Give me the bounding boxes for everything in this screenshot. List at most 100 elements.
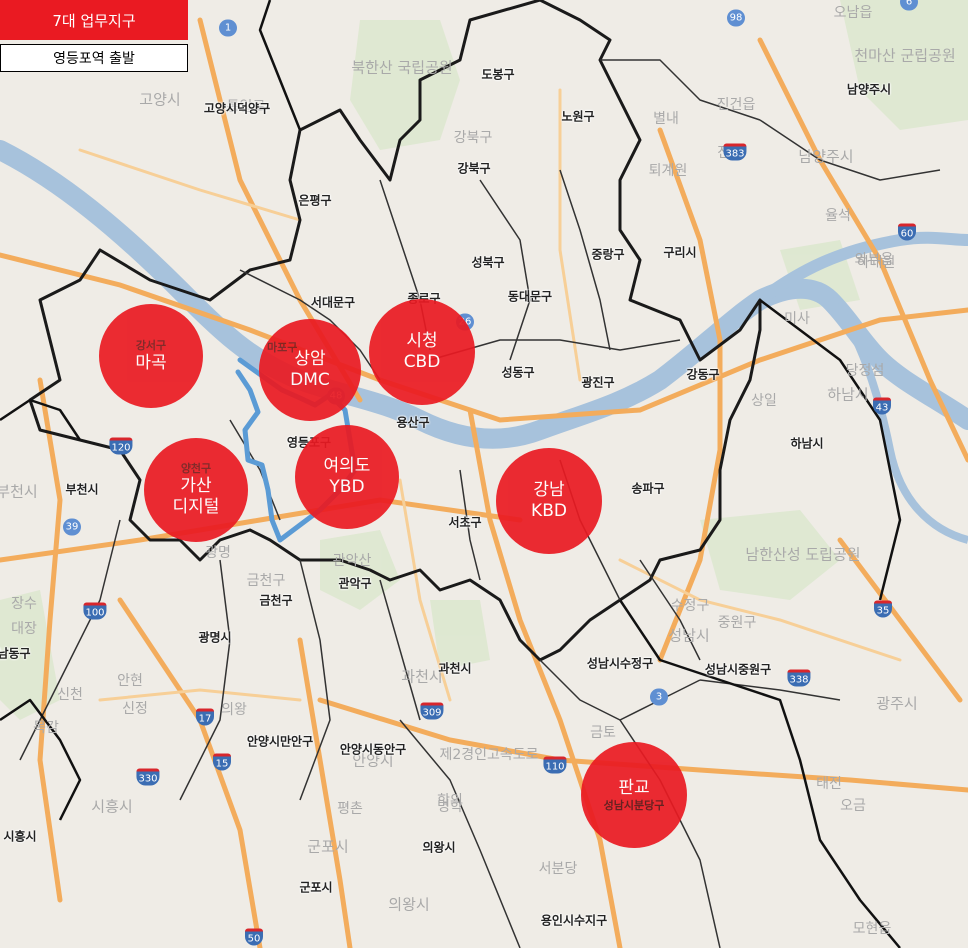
zone-name: 시청 [406, 331, 438, 351]
district-label: 성동구 [501, 365, 535, 380]
place-label: 장수 [11, 596, 37, 612]
road-shield: 17 [196, 708, 214, 726]
district-label: 강동구 [686, 367, 720, 382]
place-label: 하남시 [827, 385, 869, 404]
place-label: 수정구 [670, 598, 710, 614]
district-label: 하남시 [790, 436, 824, 451]
district-label: 은평구 [298, 193, 332, 208]
place-label: 과천시 [401, 667, 443, 686]
zone-name: 가산 [180, 476, 212, 496]
zone-name: 여의도 [323, 456, 371, 476]
zone-cbd[interactable]: 시청 CBD [369, 299, 475, 405]
zone-district-label: 성남시분당구 [603, 798, 665, 812]
zone-district-label: 강서구 [135, 338, 167, 352]
place-label: 성남시 [668, 626, 710, 645]
district-label: 의왕시 [422, 840, 456, 855]
zone-district-label: 양천구 [180, 462, 212, 475]
district-label: 군포시 [299, 880, 333, 895]
place-label: 남양주시 [798, 147, 854, 166]
zone-code: CBD [403, 352, 441, 372]
place-label: 북한산 국립공원 [351, 58, 453, 77]
district-label: 구리시 [663, 245, 697, 260]
map-canvas[interactable]: 고양시 북한산 국립공원 남양주시 천마산 군립공원 하남시 광주시 부천시 시흥시 과천시 안양… [0, 0, 968, 948]
district-label: 고양시덕양구 [203, 101, 271, 116]
zone-name: 판교 [618, 777, 650, 798]
place-label: 신천 [57, 687, 83, 703]
place-label: 상일 [751, 393, 777, 409]
district-label: 동대문구 [507, 289, 553, 304]
road-shield: 383 [723, 143, 747, 161]
district-label: 서초구 [448, 515, 482, 530]
zone-magok[interactable]: 강서구 마곡 [99, 304, 203, 408]
district-label: 시흥시 [3, 829, 37, 844]
place-label: 광주시 [876, 694, 918, 713]
zone-code: 디지털 [172, 497, 220, 517]
place-label: 당정섬 [845, 363, 885, 379]
district-label: 광진구 [581, 375, 615, 390]
road-shield: 120 [109, 437, 133, 455]
road-shield: 35 [874, 600, 892, 618]
place-label: 의왕시 [388, 895, 430, 914]
road-shield: 338 [787, 669, 811, 687]
district-label: 금천구 [259, 593, 293, 608]
district-label: 성남시중원구 [704, 662, 772, 677]
place-label: 금천구 [246, 573, 286, 589]
road-shield: 43 [873, 397, 891, 415]
district-label: 노원구 [561, 109, 595, 124]
district-label: 송파구 [631, 481, 665, 496]
place-label: 부천시 [0, 482, 38, 501]
zone-code: DMC [290, 370, 330, 390]
place-label: 금토 [590, 725, 616, 741]
place-label: 대장 [11, 621, 37, 637]
place-label: 관악산 [332, 553, 372, 569]
district-label: 도봉구 [481, 67, 515, 82]
road-shield: 98 [727, 9, 745, 27]
place-label: 제2경인고속도로 [439, 747, 539, 763]
place-label: 별내 [653, 111, 679, 127]
place-label: 태전 [816, 776, 842, 792]
zone-code: KBD [531, 501, 567, 521]
zone-ybd[interactable]: 여의도 YBD [295, 425, 399, 529]
place-label: 목감 [33, 720, 59, 736]
place-label: 안현 [117, 673, 143, 689]
road-shield: 110 [543, 756, 567, 774]
place-label: 서분당 [538, 861, 578, 877]
place-label: 중원구 [717, 615, 757, 631]
legend-subtitle: 영등포역 출발 [0, 44, 188, 72]
zone-code: YBD [329, 477, 365, 497]
place-label: 광명 [205, 545, 231, 561]
place-label: 하대원 [856, 255, 896, 271]
place-label: 진건읍 [716, 97, 756, 113]
zone-kbd[interactable]: 강남 KBD [496, 448, 602, 554]
road-shield: 60 [898, 223, 916, 241]
district-label: 서대문구 [310, 295, 356, 310]
road-shield: 39 [63, 518, 81, 536]
legend-title: 7대 업무지구 [0, 0, 188, 40]
zone-name: 상암 [294, 349, 326, 369]
district-label: 안양시만안구 [246, 734, 314, 749]
place-label: 미사 [784, 311, 810, 327]
zone-dmc[interactable]: 마포구 상암 DMC [259, 319, 361, 421]
place-label: 고양시 [139, 90, 181, 109]
place-label: 율석 [825, 208, 851, 224]
district-label: 남양주시 [846, 82, 892, 97]
road-shield: 50 [245, 928, 263, 946]
place-label: 강북구 [453, 130, 493, 146]
district-label: 광명시 [198, 630, 232, 645]
zone-name: 강남 [533, 480, 565, 500]
place-label: 오남읍 [833, 5, 873, 21]
district-label: 안양시동안구 [339, 742, 407, 757]
district-label: 강북구 [457, 161, 491, 176]
district-label: 남동구 [0, 646, 31, 661]
place-label: 명학 [437, 799, 463, 815]
road-shield: 309 [420, 702, 444, 720]
road-shield: 330 [136, 768, 160, 786]
place-label: 군포시 [307, 837, 349, 856]
zone-pangyo[interactable]: 판교 성남시분당구 [581, 742, 687, 848]
road-shield: 100 [83, 602, 107, 620]
district-label: 관악구 [338, 576, 372, 591]
place-label: 모현읍 [852, 921, 892, 937]
zone-district-label: 마포구 [267, 341, 298, 354]
zone-gasan[interactable]: 양천구 가산 디지털 [144, 438, 248, 542]
place-label: 남한산성 도립공원 [745, 545, 861, 564]
